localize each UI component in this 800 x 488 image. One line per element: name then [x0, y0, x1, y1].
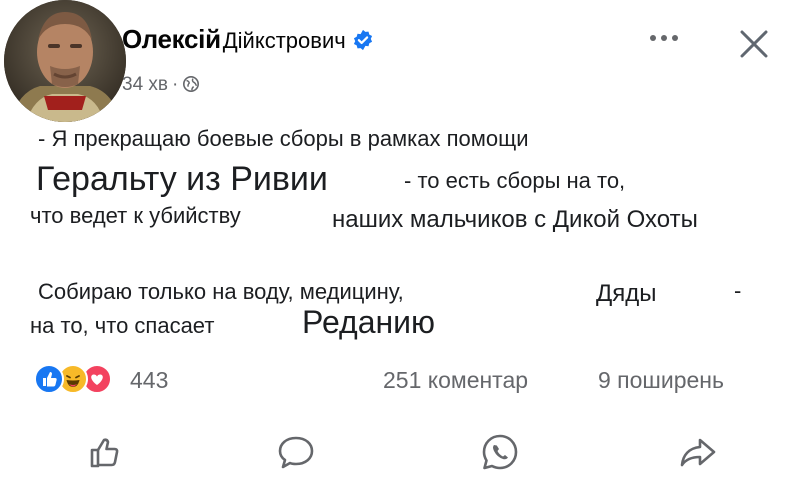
- whatsapp-icon: [482, 434, 518, 470]
- reaction-count[interactable]: 443: [130, 367, 168, 394]
- like-icon: [90, 438, 119, 468]
- post-line-3: что ведет к убийству: [30, 203, 241, 228]
- whatsapp-button[interactable]: [478, 430, 522, 474]
- comments-count[interactable]: 251 коментар: [383, 367, 528, 394]
- more-options-button[interactable]: [646, 26, 682, 50]
- like-reaction-icon: [34, 364, 64, 394]
- like-button[interactable]: [84, 430, 128, 474]
- post-line-2-overlay: Геральту из Ривии: [36, 160, 328, 198]
- post-line-5-overlay: Реданию: [302, 304, 436, 340]
- author-first-name[interactable]: Олексій: [122, 24, 221, 54]
- post-line-4: Собираю только на воду, медицину,: [38, 279, 404, 304]
- post-line-2: - то есть сборы на то,: [404, 168, 626, 193]
- author-name-row[interactable]: ОлексійДійкстрович: [122, 24, 374, 56]
- meta-separator: ·: [172, 74, 179, 95]
- post-line-4-dash: -: [734, 278, 742, 303]
- more-dots-icon: [650, 35, 678, 41]
- post-line-4-overlay: Дяды: [596, 280, 657, 307]
- post-line-5: на то, что спасает: [30, 313, 215, 338]
- globe-icon[interactable]: [182, 75, 200, 99]
- author-avatar[interactable]: [4, 0, 126, 122]
- author-second-name[interactable]: Дійкстрович: [223, 28, 346, 53]
- post-line-1: - Я прекращаю боевые сборы в рамках помо…: [38, 126, 529, 151]
- avatar-portrait: [4, 0, 126, 122]
- share-icon: [680, 438, 716, 467]
- verified-badge-icon: [352, 29, 374, 56]
- comment-button[interactable]: [274, 430, 318, 474]
- post-time[interactable]: 34 хв: [122, 74, 168, 95]
- close-icon: [740, 30, 768, 58]
- comment-icon: [278, 436, 314, 469]
- share-button[interactable]: [676, 430, 720, 474]
- shares-count[interactable]: 9 поширень: [598, 367, 724, 394]
- post-meta: 34 хв ·: [122, 74, 200, 99]
- post-line-3-overlay: наших мальчиков с Дикой Охоты: [332, 206, 698, 233]
- close-button[interactable]: [736, 26, 772, 62]
